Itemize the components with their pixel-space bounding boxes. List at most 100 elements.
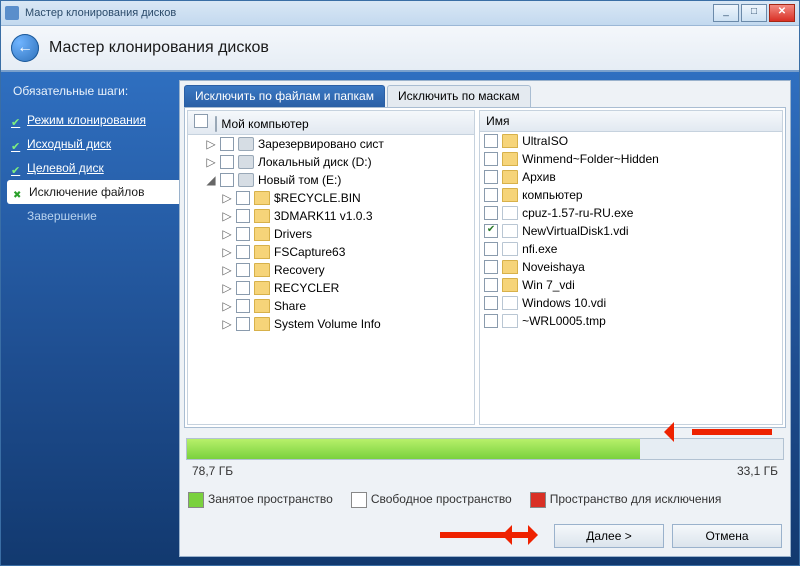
tree-checkbox[interactable] [236, 263, 250, 277]
expander-icon[interactable]: ▷ [206, 155, 216, 169]
tree-checkbox[interactable] [236, 191, 250, 205]
folder-icon [502, 170, 518, 184]
list-checkbox[interactable] [484, 152, 498, 166]
sidebar-step-4[interactable]: Завершение [1, 204, 179, 228]
tree-row[interactable]: ▷$RECYCLE.BIN [188, 189, 474, 207]
list-item-label: nfi.exe [522, 242, 557, 256]
tree-item-label: Share [274, 299, 306, 313]
tree-checkbox[interactable] [236, 299, 250, 313]
list-checkbox[interactable] [484, 314, 498, 328]
cancel-button[interactable]: Отмена [672, 524, 782, 548]
expander-icon[interactable]: ▷ [222, 227, 232, 241]
folder-icon [254, 227, 270, 241]
expander-icon[interactable]: ▷ [222, 209, 232, 223]
list-item-label: Win 7_vdi [522, 278, 575, 292]
tree-checkbox[interactable] [220, 155, 234, 169]
tree-row[interactable]: ▷ Recovery [188, 261, 474, 279]
minimize-button[interactable]: _ [713, 4, 739, 22]
tree-row[interactable]: ▷RECYCLER [188, 279, 474, 297]
expander-icon[interactable]: ▷ [222, 281, 232, 295]
list-checkbox[interactable] [484, 134, 498, 148]
expander-icon[interactable]: ▷ [222, 263, 232, 277]
list-row[interactable]: ~WRL0005.tmp [480, 312, 782, 330]
folder-icon [502, 152, 518, 166]
legend-excl-label: Пространство для исключения [550, 492, 722, 506]
step-label: Исключение файлов [29, 185, 144, 199]
tree-item-label: Зарезервировано сист [258, 137, 384, 151]
next-button[interactable]: Далее > [554, 524, 664, 548]
list-row[interactable]: cpuz-1.57-ru-RU.exe [480, 204, 782, 222]
list-row[interactable]: Win 7_vdi [480, 276, 782, 294]
list-item-label: Noveishaya [522, 260, 585, 274]
list-row[interactable]: UltraISO [480, 132, 782, 150]
drive-icon [238, 137, 254, 151]
sidebar-step-1[interactable]: Исходный диск [1, 132, 179, 156]
step-label: Завершение [27, 209, 97, 223]
step-label: Исходный диск [27, 137, 111, 151]
list-checkbox[interactable] [484, 170, 498, 184]
folder-icon [254, 209, 270, 223]
tab-files-folders[interactable]: Исключить по файлам и папкам [184, 85, 385, 107]
list-row[interactable]: nfi.exe [480, 240, 782, 258]
file-list[interactable]: Имя UltraISOWinmend~Folder~Hidden Архив ко… [479, 110, 783, 425]
list-header[interactable]: Имя [480, 111, 782, 132]
tree-row[interactable]: ◢ Новый том (E:) [188, 171, 474, 189]
step-bullet-icon [11, 211, 21, 221]
tab-masks[interactable]: Исключить по маскам [387, 85, 531, 107]
tree-checkbox[interactable] [236, 317, 250, 331]
list-checkbox[interactable] [484, 260, 498, 274]
folder-icon [502, 134, 518, 148]
list-checkbox[interactable] [484, 206, 498, 220]
sidebar: Обязательные шаги: Режим клонирования Исх… [1, 72, 179, 565]
tree-checkbox[interactable] [220, 173, 234, 187]
expander-icon[interactable]: ▷ [222, 245, 232, 259]
legend-used-label: Занятое пространство [208, 492, 333, 506]
sidebar-step-2[interactable]: Целевой диск [1, 156, 179, 180]
expander-icon[interactable]: ▷ [222, 191, 232, 205]
list-checkbox[interactable] [484, 278, 498, 292]
tree-checkbox[interactable] [220, 137, 234, 151]
list-item-label: Архив [522, 170, 556, 184]
tree-item-label: Recovery [274, 263, 325, 277]
maximize-button[interactable]: □ [741, 4, 767, 22]
tree-checkbox[interactable] [236, 245, 250, 259]
tree-row[interactable]: ▷Локальный диск (D:) [188, 153, 474, 171]
sidebar-heading: Обязательные шаги: [1, 84, 179, 108]
titlebar[interactable]: Мастер клонирования дисков _ □ ✕ [1, 1, 799, 26]
legend-free-label: Свободное пространство [371, 492, 512, 506]
folder-tree[interactable]: Мой компьютер ▷Зарезервировано сист▷Лока… [187, 110, 475, 425]
list-row[interactable]: NewVirtualDisk1.vdi [480, 222, 782, 240]
list-checkbox[interactable] [484, 242, 498, 256]
list-row[interactable]: Winmend~Folder~Hidden [480, 150, 782, 168]
expander-icon[interactable]: ▷ [222, 299, 232, 313]
list-row[interactable]: компьютер [480, 186, 782, 204]
expander-icon[interactable]: ▷ [222, 317, 232, 331]
list-checkbox[interactable] [484, 188, 498, 202]
sidebar-step-0[interactable]: Режим клонирования [1, 108, 179, 132]
tree-row[interactable]: ▷FSCapture63 [188, 243, 474, 261]
folder-icon [254, 299, 270, 313]
tree-row[interactable]: ▷ Drivers [188, 225, 474, 243]
tree-row[interactable]: ▷ Зарезервировано сист [188, 135, 474, 153]
tree-row[interactable]: ▷3DMARK11 v1.0.3 [188, 207, 474, 225]
tree-root-checkbox[interactable] [194, 114, 208, 128]
back-button[interactable]: ← [11, 34, 39, 62]
list-checkbox[interactable] [484, 224, 498, 238]
list-checkbox[interactable] [484, 296, 498, 310]
expander-icon[interactable]: ▷ [206, 137, 216, 151]
tree-checkbox[interactable] [236, 209, 250, 223]
list-row[interactable]: Windows 10.vdi [480, 294, 782, 312]
list-row[interactable]: Архив [480, 168, 782, 186]
tree-checkbox[interactable] [236, 281, 250, 295]
tree-item-label: Новый том (E:) [258, 173, 341, 187]
tree-item-label: System Volume Info [274, 317, 381, 331]
step-bullet-icon [11, 163, 21, 173]
list-item-label: Windows 10.vdi [522, 296, 606, 310]
tree-item-label: Drivers [274, 227, 312, 241]
tree-row[interactable]: ▷ System Volume Info [188, 315, 474, 333]
close-button[interactable]: ✕ [769, 4, 795, 22]
expander-icon[interactable]: ◢ [206, 173, 216, 187]
list-row[interactable]: Noveishaya [480, 258, 782, 276]
tree-checkbox[interactable] [236, 227, 250, 241]
tree-row[interactable]: ▷ Share [188, 297, 474, 315]
